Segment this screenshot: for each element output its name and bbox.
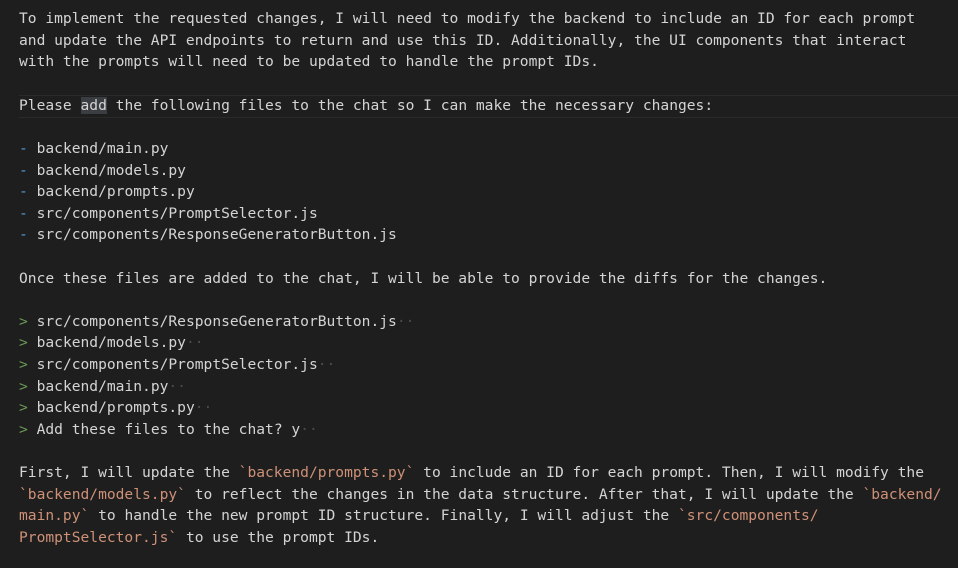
file-path: backend/models.py [36,162,186,179]
intro-line: and update the API endpoints to return a… [19,32,907,49]
plan-line: First, I will update the `backend/prompt… [19,462,924,484]
prompt-chevron: > [19,356,28,373]
prompt-text: src/components/PromptSelector.js [36,356,318,373]
bullet-marker: - [19,162,28,179]
plan-text: First, I will update the [19,464,239,481]
inline-code: main.py` [19,507,90,524]
prompt-chevron: > [19,378,28,395]
prompt-text: backend/prompts.py [36,399,195,416]
prompt-line: > src/components/ResponseGeneratorButton… [19,311,414,333]
prompt-text: Add these files to the chat? y [36,421,301,438]
bullet-marker: - [19,226,28,243]
file-list-item: - backend/prompts.py [19,181,195,203]
trailing-whitespace: ·· [300,421,318,438]
trailing-whitespace: ·· [396,313,415,330]
request-line: Please add the following files to the ch… [19,95,713,117]
prompt-chevron: > [19,399,28,416]
request-text: the following files to the chat so I can… [106,97,714,114]
file-path: src/components/PromptSelector.js [36,205,318,222]
bullet-marker: - [19,205,28,222]
file-path: src/components/ResponseGeneratorButton.j… [36,226,397,243]
intro-line: To implement the requested changes, I wi… [19,10,916,27]
inline-code: `backend/ [862,486,942,503]
selected-word[interactable]: add [80,97,107,114]
intro-line: with the prompts will need to be updated… [19,53,599,70]
plan-text: to reflect the changes in the data struc… [185,486,863,503]
plan-text: to include an ID for each prompt. Then, … [414,464,924,481]
bullet-marker: - [19,140,28,157]
plan-text: to handle the new prompt ID structure. F… [89,507,678,524]
file-list-item: - backend/main.py [19,138,168,160]
prompt-chevron: > [19,313,28,330]
prompt-line: > backend/models.py·· [19,332,204,354]
prompt-line: > src/components/PromptSelector.js·· [19,354,335,376]
trailing-whitespace: ·· [168,378,186,395]
prompt-text: backend/main.py [36,378,169,395]
prompt-text: src/components/ResponseGeneratorButton.j… [36,313,397,330]
prompt-text: backend/models.py [36,334,186,351]
plan-line: main.py` to handle the new prompt ID str… [19,505,819,527]
bullet-marker: - [19,183,28,200]
file-path: backend/prompts.py [36,183,195,200]
trailing-whitespace: ·· [185,334,204,351]
file-list-item: - backend/models.py [19,160,186,182]
prompt-chevron: > [19,334,28,351]
prompt-chevron: > [19,421,28,438]
prompt-line: > backend/prompts.py·· [19,397,212,419]
plan-text: to use the prompt IDs. [177,529,380,546]
trailing-whitespace: ·· [317,356,336,373]
prompt-line: > Add these files to the chat? y·· [19,419,318,441]
prompt-line: > backend/main.py·· [19,376,186,398]
inline-code: `backend/models.py` [19,486,186,503]
file-list-item: - src/components/PromptSelector.js [19,203,318,225]
plan-line: `backend/models.py` to reflect the chang… [19,484,942,506]
terminal-output: To implement the requested changes, I wi… [0,0,958,568]
inline-code: `backend/prompts.py` [238,464,415,481]
inline-code: `src/components/ [677,507,819,524]
plan-line: PromptSelector.js` to use the prompt IDs… [19,527,379,549]
inline-code: PromptSelector.js` [19,529,178,546]
file-path: backend/main.py [36,140,169,157]
once-line: Once these files are added to the chat, … [19,270,828,287]
trailing-whitespace: ·· [194,399,213,416]
file-list-item: - src/components/ResponseGeneratorButton… [19,224,397,246]
request-text: Please [19,97,81,114]
